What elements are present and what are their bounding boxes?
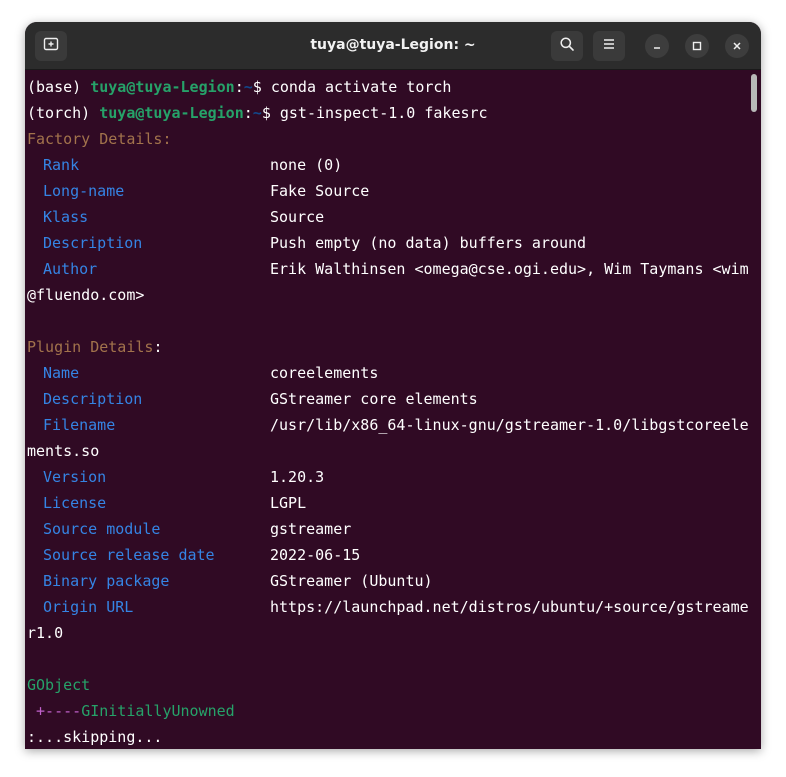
detail-key: Filename [43,416,116,434]
prompt-symbol: $ [252,78,271,96]
close-icon [731,37,743,56]
pager-status: :...skipping... [27,728,163,746]
prompt-user: tuya@tuya-Legion [90,78,235,96]
scrollbar[interactable] [751,74,757,112]
maximize-icon [691,37,703,56]
wrapped-text: @fluendo.com> [27,286,145,304]
detail-value: none (0) [270,156,343,174]
detail-row: License LGPL [27,490,306,516]
prompt-symbol: $ [261,104,280,122]
detail-row: Name coreelements [27,360,378,386]
detail-row: Rank none (0) [27,152,342,178]
command-text: gst-inspect-1.0 fakesrc [279,104,488,122]
detail-key: Description [43,234,143,252]
menu-button[interactable] [593,31,625,61]
new-tab-button[interactable] [35,31,67,61]
detail-key: Description [43,390,143,408]
detail-key: Name [43,364,80,382]
maximize-button[interactable] [685,34,709,58]
prompt-colon: : [234,78,244,96]
conda-env: (base) [27,78,91,96]
prompt-path: ~ [252,104,262,122]
prompt-path: ~ [243,78,253,96]
terminal-window: tuya@tuya-Legion: ~ (base) tuya@tuya-Leg… [25,22,761,749]
search-icon [559,36,575,56]
wrapped-text: ments.so [27,442,100,460]
hamburger-menu-icon [601,36,617,56]
detail-key: Version [43,468,107,486]
prompt-line: (torch) tuya@tuya-Legion:~$ gst-inspect-… [27,100,488,126]
detail-value: Push empty (no data) buffers around [270,234,587,252]
factory-details-header: Factory Details: [27,130,172,148]
detail-row: Long-name Fake Source [27,178,369,204]
detail-value: Erik Walthinsen <omega@cse.ogi.edu>, Wim… [270,260,749,278]
hierarchy-branch: +---- [27,702,82,720]
prompt-user: tuya@tuya-Legion [99,104,244,122]
detail-key: Rank [43,156,80,174]
detail-value: /usr/lib/x86_64-linux-gnu/gstreamer-1.0/… [270,416,749,434]
detail-row: Description GStreamer core elements [27,386,478,412]
prompt-line: (base) tuya@tuya-Legion:~$ conda activat… [27,74,451,100]
detail-value: GStreamer core elements [270,390,478,408]
detail-key: Source module [43,520,161,538]
detail-value: gstreamer [270,520,352,538]
command-text: conda activate torch [270,78,452,96]
detail-value: GStreamer (Ubuntu) [270,572,433,590]
detail-key: Binary package [43,572,170,590]
close-button[interactable] [725,34,749,58]
prompt-colon: : [243,104,253,122]
detail-value: 2022-06-15 [270,546,361,564]
detail-row: Binary package GStreamer (Ubuntu) [27,568,433,594]
detail-row: Version 1.20.3 [27,464,324,490]
detail-key: Source release date [43,546,215,564]
plugin-details-header: Plugin Details: [27,334,162,360]
detail-key: License [43,494,107,512]
wrapped-text: r1.0 [27,624,64,642]
detail-row: Filename/usr/lib/x86_64-linux-gnu/gstrea… [27,412,749,438]
detail-row: Author Erik Walthinsen <omega@cse.ogi.edu… [27,256,749,282]
hierarchy-child: GInitiallyUnowned [81,702,235,720]
detail-value: 1.20.3 [270,468,325,486]
detail-key: Long-name [43,182,125,200]
detail-key: Klass [43,208,89,226]
detail-row: Source release date 2022-06-15 [27,542,360,568]
terminal-output[interactable]: (base) tuya@tuya-Legion:~$ conda activat… [25,70,761,749]
detail-row: Origin URL https://launchpad.net/distros/… [27,594,749,620]
detail-row: Source module gstreamer [27,516,351,542]
detail-value: https://launchpad.net/distros/ubuntu/+so… [270,598,749,616]
conda-env: (torch) [27,104,100,122]
detail-value: LGPL [270,494,307,512]
detail-key: Author [43,260,98,278]
search-button[interactable] [551,31,583,61]
detail-key: Origin URL [43,598,134,616]
detail-value: Fake Source [270,182,370,200]
detail-row: Description Push empty (no data) buffers … [27,230,586,256]
hierarchy-child-line: +----GInitiallyUnowned [27,698,235,724]
detail-value: coreelements [270,364,379,382]
detail-value: Source [270,208,325,226]
detail-row: Klass Source [27,204,324,230]
minimize-icon [651,37,663,56]
header-colon: : [153,338,163,356]
title-bar: tuya@tuya-Legion: ~ [25,22,761,70]
minimize-button[interactable] [645,34,669,58]
hierarchy-root: GObject [27,676,91,694]
plugin-details-label: Plugin Details [27,338,154,356]
new-tab-icon [43,36,59,56]
